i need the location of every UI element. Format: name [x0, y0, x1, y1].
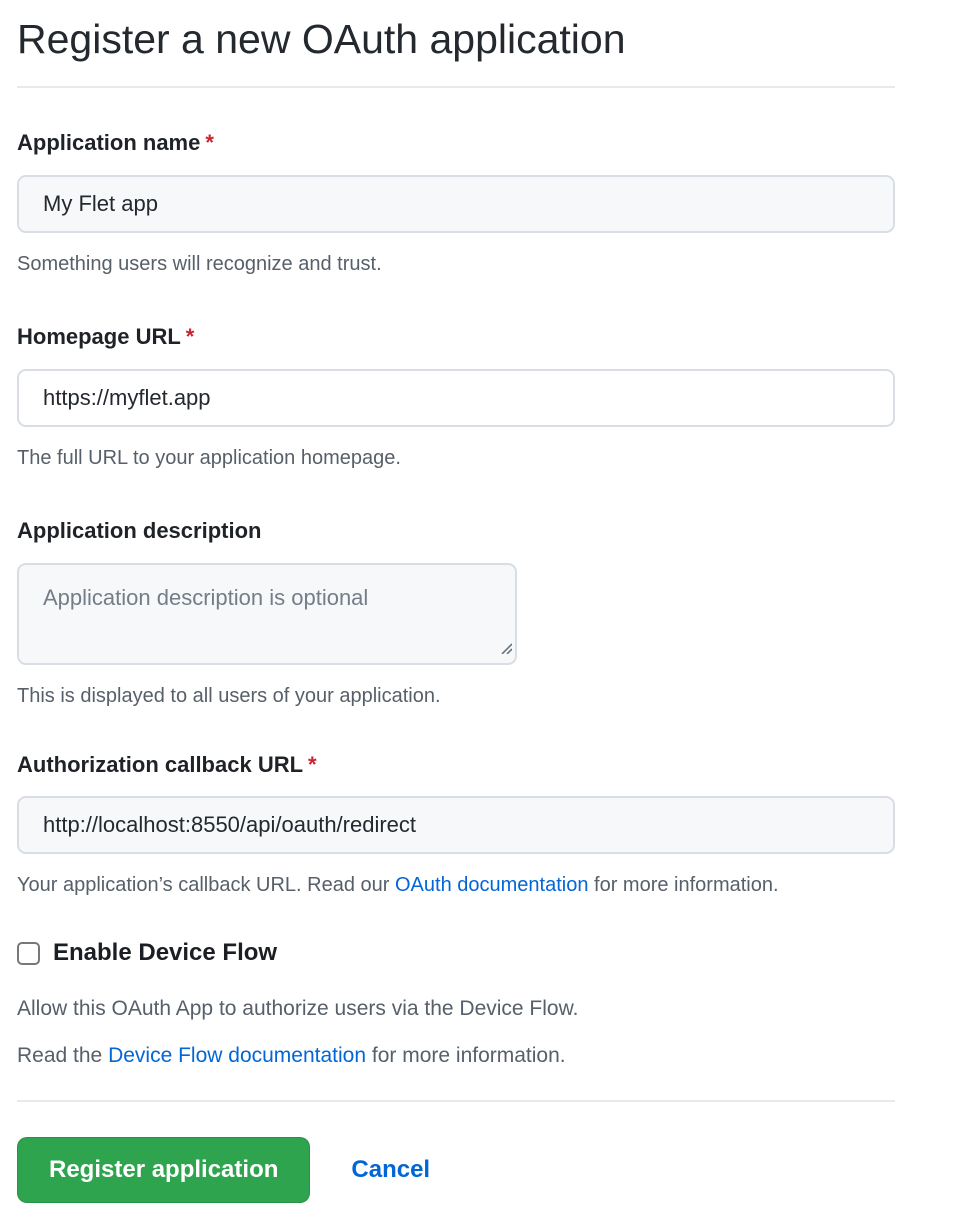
- divider: [17, 1100, 895, 1102]
- device-flow-label: Enable Device Flow: [53, 939, 277, 968]
- application-name-label: Application name*: [17, 128, 895, 159]
- callback-url-label: Authorization callback URL*: [17, 750, 895, 781]
- resize-handle-icon[interactable]: [499, 641, 512, 659]
- oauth-documentation-link[interactable]: OAuth documentation: [395, 874, 588, 896]
- device-flow-description: Allow this OAuth App to authorize users …: [17, 994, 895, 1023]
- device-flow-row: Enable Device Flow: [17, 939, 895, 968]
- cancel-link[interactable]: Cancel: [351, 1156, 430, 1184]
- homepage-url-label: Homepage URL*: [17, 322, 895, 353]
- callback-url-input[interactable]: [17, 796, 895, 854]
- device-flow-documentation-link[interactable]: Device Flow documentation: [108, 1044, 366, 1067]
- page-title: Register a new OAuth application: [17, 14, 895, 88]
- application-name-help: Something users will recognize and trust…: [17, 250, 895, 278]
- required-asterisk: *: [205, 130, 214, 155]
- application-name-group: Application name* Something users will r…: [17, 128, 895, 278]
- required-asterisk: *: [308, 752, 317, 777]
- homepage-url-group: Homepage URL* The full URL to your appli…: [17, 322, 895, 472]
- form-actions: Register application Cancel: [17, 1137, 895, 1203]
- application-description-textarea[interactable]: [17, 563, 517, 665]
- application-description-label: Application description: [17, 516, 895, 547]
- callback-url-group: Authorization callback URL* Your applica…: [17, 750, 895, 900]
- application-description-group: Application description This is displaye…: [17, 516, 895, 710]
- application-name-input[interactable]: [17, 175, 895, 233]
- oauth-registration-form: Register a new OAuth application Applica…: [0, 0, 954, 1227]
- callback-url-help: Your application’s callback URL. Read ou…: [17, 871, 895, 899]
- homepage-url-help: The full URL to your application homepag…: [17, 444, 895, 472]
- device-flow-read-note: Read the Device Flow documentation for m…: [17, 1041, 895, 1070]
- device-flow-checkbox[interactable]: [17, 942, 40, 965]
- register-application-button[interactable]: Register application: [17, 1137, 310, 1203]
- application-description-help: This is displayed to all users of your a…: [17, 682, 895, 710]
- required-asterisk: *: [186, 324, 195, 349]
- homepage-url-input[interactable]: [17, 369, 895, 427]
